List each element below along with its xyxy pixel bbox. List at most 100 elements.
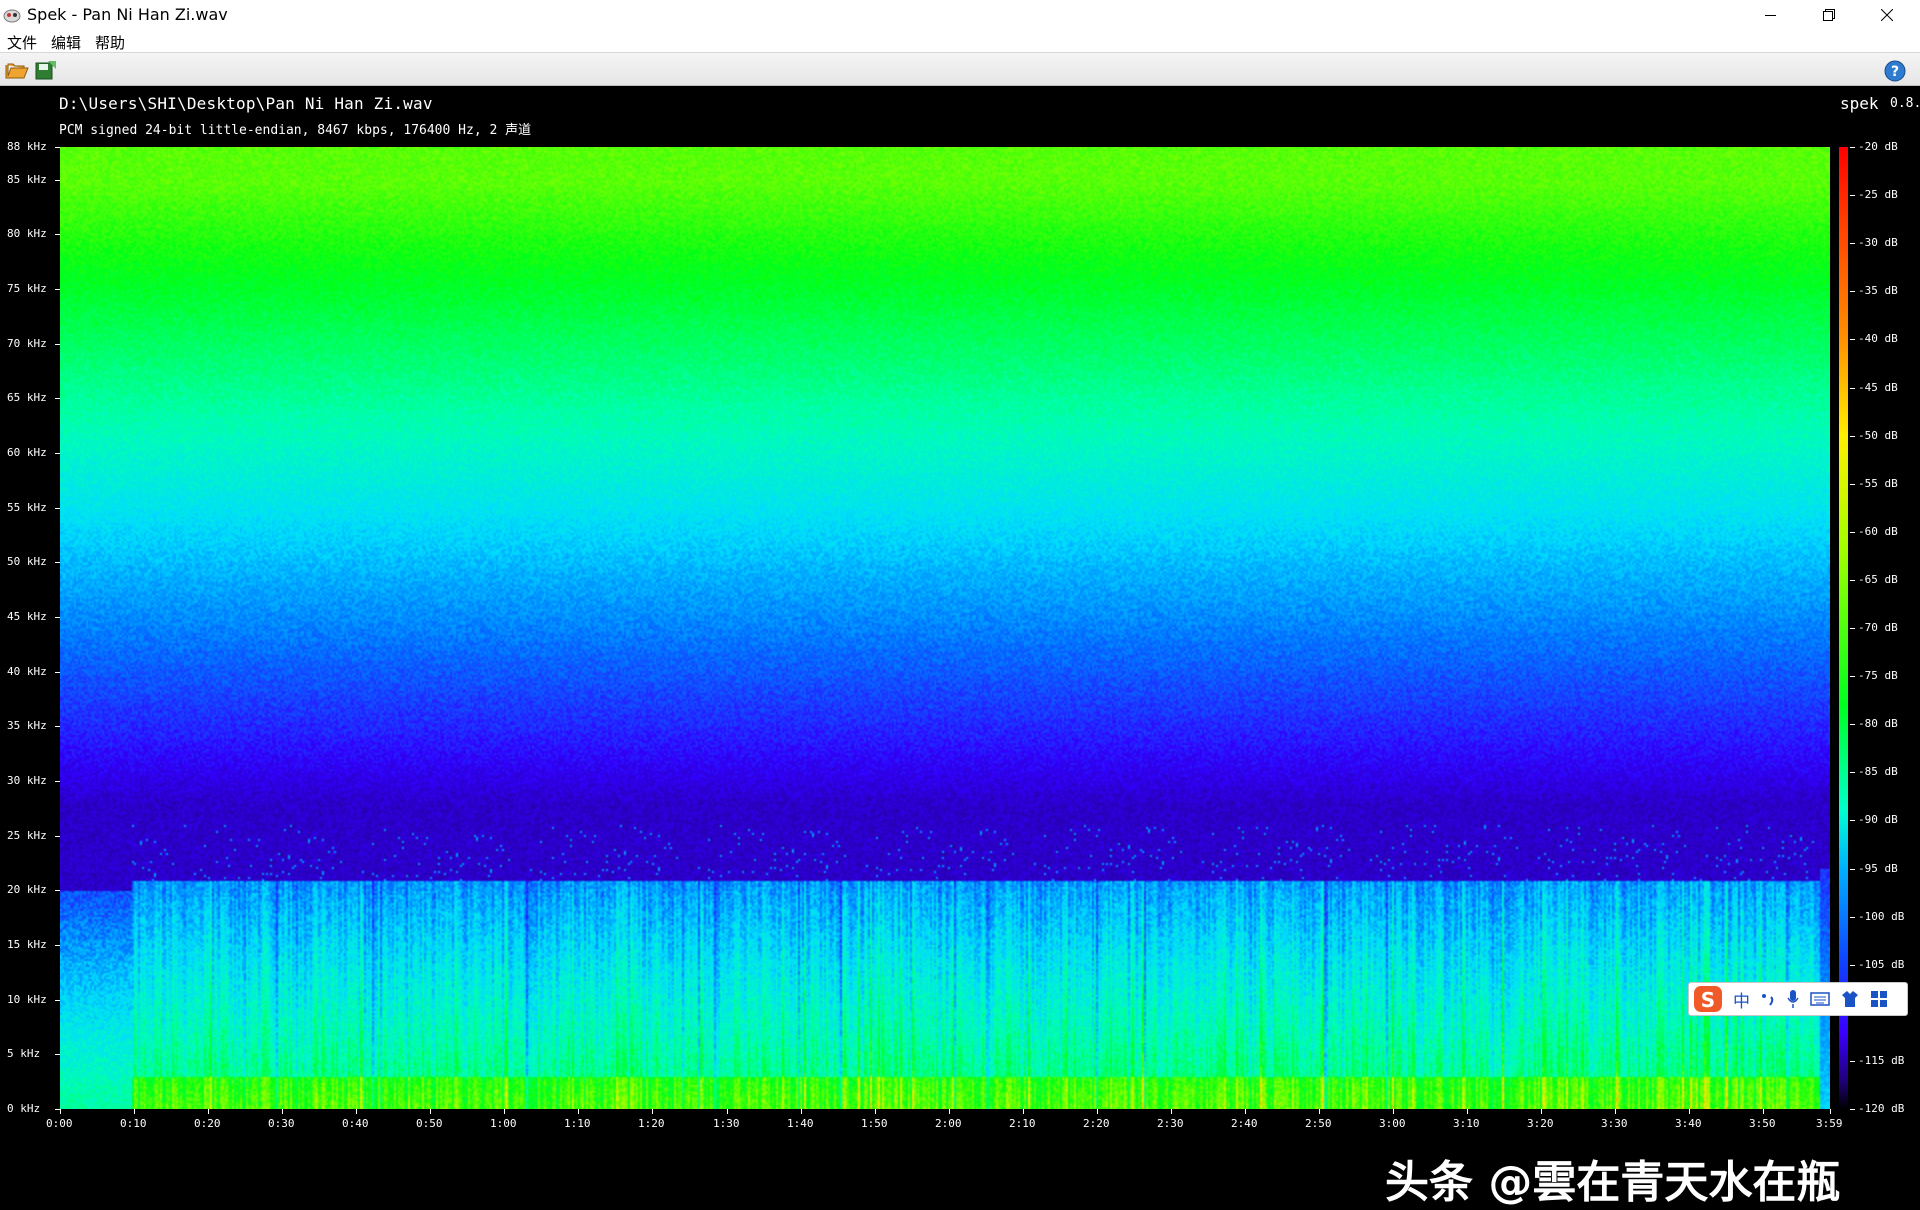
db-tick-label: -120 dB — [1858, 1102, 1905, 1115]
punctuation-icon[interactable] — [1760, 991, 1776, 1007]
time-tick-label: 0:50 — [416, 1117, 443, 1130]
freq-tick-label: 55 kHz — [7, 501, 47, 514]
maximize-icon — [1823, 9, 1835, 21]
db-tick-label: -75 dB — [1858, 669, 1898, 682]
time-tick-label: 3:10 — [1453, 1117, 1480, 1130]
time-tick-label: 3:50 — [1749, 1117, 1776, 1130]
freq-tick-label: 80 kHz — [7, 227, 47, 240]
db-tick-label: -95 dB — [1858, 862, 1898, 875]
db-tick — [1850, 147, 1855, 148]
db-tick — [1850, 965, 1855, 966]
time-tick — [504, 1109, 505, 1114]
freq-tick — [55, 1000, 60, 1001]
watermark-text: 头条 @雲在青天水在瓶 — [1385, 1157, 1841, 1208]
db-tick — [1850, 724, 1855, 725]
db-tick — [1850, 1109, 1855, 1110]
svg-text:S: S — [1701, 988, 1715, 1012]
freq-tick — [55, 890, 60, 891]
spectrogram-viewer: D:\Users\SHI\Desktop\Pan Ni Han Zi.wav P… — [0, 86, 1920, 1208]
time-tick — [652, 1109, 653, 1114]
title-bar: Spek - Pan Ni Han Zi.wav — [0, 0, 1920, 30]
app-version-label: 0.8.3 — [1890, 96, 1920, 111]
close-icon — [1881, 9, 1893, 21]
db-tick — [1850, 772, 1855, 773]
freq-tick — [55, 672, 60, 673]
freq-tick-label: 70 kHz — [7, 337, 47, 350]
time-tick — [356, 1109, 357, 1114]
time-tick-label: 1:50 — [861, 1117, 888, 1130]
time-tick-label: 1:40 — [787, 1117, 814, 1130]
db-tick-label: -105 dB — [1858, 958, 1905, 971]
time-tick — [1763, 1109, 1764, 1114]
time-tick — [1023, 1109, 1024, 1114]
time-tick — [1467, 1109, 1468, 1114]
ime-language[interactable]: 中 — [1733, 987, 1750, 1012]
close-button[interactable] — [1858, 0, 1916, 30]
freq-tick-label: 45 kHz — [7, 610, 47, 623]
menu-bar: 文件 编辑 帮助 — [0, 30, 1920, 52]
freq-tick — [55, 945, 60, 946]
time-tick — [208, 1109, 209, 1114]
menu-edit[interactable]: 编辑 — [51, 32, 81, 53]
time-tick — [875, 1109, 876, 1114]
freq-tick — [55, 234, 60, 235]
microphone-icon[interactable] — [1786, 989, 1800, 1009]
freq-tick-label: 50 kHz — [7, 555, 47, 568]
time-tick-label: 3:40 — [1675, 1117, 1702, 1130]
time-tick-label: 3:30 — [1601, 1117, 1628, 1130]
time-tick — [1615, 1109, 1616, 1114]
freq-tick — [55, 617, 60, 618]
window-title: Spek - Pan Ni Han Zi.wav — [27, 5, 228, 24]
file-path-label: D:\Users\SHI\Desktop\Pan Ni Han Zi.wav — [59, 94, 433, 113]
db-tick — [1850, 339, 1855, 340]
time-tick-label: 0:00 — [46, 1117, 73, 1130]
minimize-button[interactable] — [1742, 0, 1800, 30]
freq-tick-label: 5 kHz — [7, 1047, 41, 1060]
stream-info-label: PCM signed 24-bit little-endian, 8467 kb… — [59, 123, 532, 138]
db-tick — [1850, 243, 1855, 244]
db-tick — [1850, 436, 1855, 437]
db-tick-label: -30 dB — [1858, 236, 1898, 249]
db-tick-label: -85 dB — [1858, 765, 1898, 778]
spectrogram-plot[interactable] — [60, 147, 1830, 1109]
time-tick-label: 3:00 — [1379, 1117, 1406, 1130]
time-tick-label: 1:00 — [490, 1117, 517, 1130]
db-tick-label: -80 dB — [1858, 717, 1898, 730]
grid-icon[interactable] — [1870, 990, 1888, 1008]
freq-tick — [55, 147, 60, 148]
db-tick — [1850, 532, 1855, 533]
folder-open-icon[interactable] — [5, 59, 29, 81]
freq-tick-label: 60 kHz — [7, 446, 47, 459]
time-tick-label: 2:50 — [1305, 1117, 1332, 1130]
sogou-logo-icon: S — [1694, 986, 1722, 1012]
app-name-label: spek — [1840, 94, 1879, 113]
db-tick — [1850, 388, 1855, 389]
save-icon[interactable] — [34, 59, 58, 81]
freq-tick — [55, 289, 60, 290]
skin-icon[interactable] — [1840, 990, 1860, 1008]
freq-tick — [55, 836, 60, 837]
menu-file[interactable]: 文件 — [7, 32, 37, 53]
help-circle-icon[interactable]: ? — [1884, 60, 1906, 82]
menu-help[interactable]: 帮助 — [95, 32, 125, 53]
db-tick-label: -100 dB — [1858, 910, 1905, 923]
time-tick — [578, 1109, 579, 1114]
time-tick — [430, 1109, 431, 1114]
ime-toolbar[interactable]: S 中 — [1688, 982, 1908, 1016]
time-tick-label: 1:10 — [564, 1117, 591, 1130]
time-tick-label: 0:20 — [194, 1117, 221, 1130]
freq-tick — [55, 453, 60, 454]
db-tick-label: -25 dB — [1858, 188, 1898, 201]
restore-button[interactable] — [1800, 0, 1858, 30]
db-tick — [1850, 869, 1855, 870]
freq-tick-label: 20 kHz — [7, 883, 47, 896]
keyboard-icon[interactable] — [1810, 991, 1830, 1007]
freq-tick-label: 25 kHz — [7, 829, 47, 842]
time-tick-label: 0:30 — [268, 1117, 295, 1130]
freq-tick — [55, 726, 60, 727]
db-tick-label: -60 dB — [1858, 525, 1898, 538]
db-tick-label: -50 dB — [1858, 429, 1898, 442]
freq-tick-label: 65 kHz — [7, 391, 47, 404]
db-tick — [1850, 580, 1855, 581]
time-tick — [1245, 1109, 1246, 1114]
